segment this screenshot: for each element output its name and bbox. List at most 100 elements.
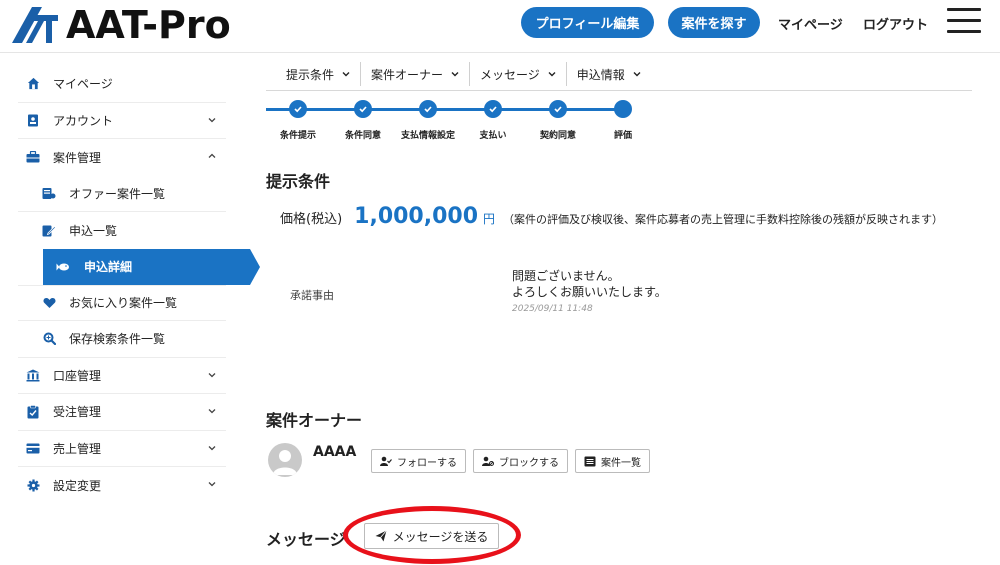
offer-section-title: 提示条件 bbox=[266, 172, 331, 191]
step-label: 支払情報設定 bbox=[400, 131, 456, 141]
sidebar-item-label: オファー案件一覧 bbox=[69, 186, 166, 201]
sidebar-item-application-list[interactable]: 申込一覧 bbox=[18, 212, 226, 249]
send-message-label: メッセージを送る bbox=[392, 529, 489, 544]
chevron-down-icon[interactable] bbox=[208, 116, 216, 124]
reason-line: 問題ございません。 bbox=[512, 269, 620, 283]
price-row: 価格(税込) 1,000,000 円 （案件の評価及び検収後、案件応募者の売上管… bbox=[280, 204, 943, 229]
sidebar-item-label: 設定変更 bbox=[53, 478, 102, 493]
sidebar-item-offer-list[interactable]: オファー案件一覧 bbox=[18, 176, 226, 212]
card-icon bbox=[26, 441, 40, 455]
step-label: 契約同意 bbox=[539, 131, 577, 141]
sidebar-item-application-detail[interactable]: 申込詳細 bbox=[43, 248, 260, 285]
avatar[interactable] bbox=[268, 443, 302, 477]
tab-offer-conditions[interactable]: 提示条件 bbox=[276, 62, 362, 86]
step-check-icon bbox=[289, 100, 307, 118]
profile-edit-button[interactable]: プロフィール編集 bbox=[521, 7, 654, 38]
acceptance-reason-label: 承諾事由 bbox=[290, 289, 334, 302]
sidebar-item-settings[interactable]: 設定変更 bbox=[18, 467, 226, 504]
sidebar-item-label: 案件管理 bbox=[53, 150, 102, 165]
step-check-icon bbox=[419, 100, 437, 118]
sidebar: マイページ アカウント 案件管理 オファー案件一覧 申込一覧 申込詳細 お気に入… bbox=[18, 66, 260, 504]
sidebar-item-label: 口座管理 bbox=[53, 368, 102, 383]
mypage-link[interactable]: マイページ bbox=[778, 14, 843, 33]
sidebar-item-jobs[interactable]: 案件管理 bbox=[18, 139, 226, 176]
owner-jobs-button[interactable]: 案件一覧 bbox=[575, 449, 650, 473]
step-label: 支払い bbox=[479, 131, 507, 141]
sidebar-item-sales[interactable]: 売上管理 bbox=[18, 431, 226, 467]
acceptance-timestamp: 2025/09/11 11:48 bbox=[512, 304, 593, 314]
chevron-down-icon[interactable] bbox=[208, 407, 216, 415]
sidebar-item-label: 売上管理 bbox=[53, 441, 102, 456]
owner-name[interactable]: AAAA bbox=[313, 444, 356, 460]
chevron-down-icon[interactable] bbox=[208, 444, 216, 452]
chevron-down-icon[interactable] bbox=[208, 371, 216, 379]
logo[interactable]: AAT-Pro bbox=[8, 3, 231, 47]
chevron-down-icon[interactable] bbox=[208, 480, 216, 488]
home-icon bbox=[26, 77, 40, 91]
user-check-icon bbox=[380, 455, 392, 467]
search-icon bbox=[42, 332, 56, 346]
chevron-down-icon bbox=[548, 72, 556, 77]
gear-icon bbox=[26, 478, 40, 492]
briefcase-icon bbox=[26, 150, 40, 164]
sidebar-item-label: 申込一覧 bbox=[69, 223, 118, 238]
price-label: 価格(税込) bbox=[280, 212, 343, 227]
tab-job-owner[interactable]: 案件オーナー bbox=[361, 62, 471, 86]
step-current-dot bbox=[614, 100, 632, 118]
sidebar-item-orders[interactable]: 受注管理 bbox=[18, 394, 226, 431]
user-block-icon bbox=[482, 455, 494, 467]
send-message-button[interactable]: メッセージを送る bbox=[364, 523, 499, 549]
sidebar-item-saved-searches[interactable]: 保存検索条件一覧 bbox=[18, 321, 226, 358]
reason-line: よろしくお願いいたします。 bbox=[512, 285, 667, 299]
progress-bar bbox=[266, 108, 622, 111]
hamburger-menu-icon[interactable] bbox=[947, 8, 981, 34]
heart-icon bbox=[42, 296, 56, 310]
chevron-down-icon bbox=[342, 72, 350, 77]
acceptance-reason-text: 問題ございません。 よろしくお願いいたします。 bbox=[512, 268, 667, 300]
chevron-down-icon bbox=[633, 72, 641, 77]
owner-section-title: 案件オーナー bbox=[266, 411, 363, 430]
follow-button[interactable]: フォローする bbox=[371, 449, 466, 473]
find-jobs-button[interactable]: 案件を探す bbox=[668, 7, 760, 38]
step-check-icon bbox=[354, 100, 372, 118]
price-note: （案件の評価及び検収後、案件応募者の売上管理に手数料控除後の残額が反映されます） bbox=[503, 213, 944, 226]
offer-list-icon bbox=[42, 186, 56, 200]
step-label: 条件同意 bbox=[344, 131, 382, 141]
sidebar-item-account[interactable]: アカウント bbox=[18, 103, 226, 139]
sidebar-item-label: アカウント bbox=[53, 113, 114, 128]
chevron-up-icon[interactable] bbox=[208, 152, 216, 160]
tab-application-info[interactable]: 申込情報 bbox=[567, 62, 651, 86]
step-label: 条件提示 bbox=[279, 131, 317, 141]
step-check-icon bbox=[484, 100, 502, 118]
sidebar-item-bank[interactable]: 口座管理 bbox=[18, 358, 226, 394]
step-check-icon bbox=[549, 100, 567, 118]
section-tabs: 提示条件 案件オーナー メッセージ 申込情報 bbox=[276, 60, 651, 88]
sidebar-item-mypage[interactable]: マイページ bbox=[18, 66, 226, 103]
list-icon bbox=[584, 455, 596, 467]
block-button[interactable]: ブロックする bbox=[473, 449, 568, 473]
clipboard-icon bbox=[26, 404, 40, 419]
paper-plane-icon bbox=[375, 530, 387, 542]
tab-label: 案件オーナー bbox=[371, 67, 444, 82]
sidebar-item-label: マイページ bbox=[53, 77, 113, 92]
sidebar-item-label: お気に入り案件一覧 bbox=[69, 296, 178, 311]
bank-icon bbox=[26, 368, 40, 382]
price-unit: 円 bbox=[483, 212, 496, 226]
application-list-icon bbox=[42, 223, 56, 237]
tab-label: 申込情報 bbox=[576, 67, 625, 82]
price-value: 1,000,000 bbox=[354, 204, 479, 229]
block-label: ブロックする bbox=[499, 457, 559, 469]
step-label: 評価 bbox=[613, 131, 633, 141]
sidebar-item-label: 保存検索条件一覧 bbox=[69, 332, 166, 347]
logout-link[interactable]: ログアウト bbox=[863, 14, 928, 33]
tab-label: メッセージ bbox=[480, 67, 540, 82]
sidebar-item-favorites[interactable]: お気に入り案件一覧 bbox=[18, 284, 226, 321]
brand-name: AAT-Pro bbox=[66, 3, 231, 47]
site-header: AAT-Pro プロフィール編集 案件を探す マイページ ログアウト bbox=[0, 0, 1000, 52]
id-card-icon bbox=[26, 113, 40, 127]
tab-message[interactable]: メッセージ bbox=[470, 62, 567, 86]
message-section-title: メッセージ bbox=[266, 530, 346, 549]
tab-label: 提示条件 bbox=[286, 67, 335, 82]
header-divider bbox=[0, 52, 1000, 53]
fish-icon bbox=[56, 260, 70, 274]
